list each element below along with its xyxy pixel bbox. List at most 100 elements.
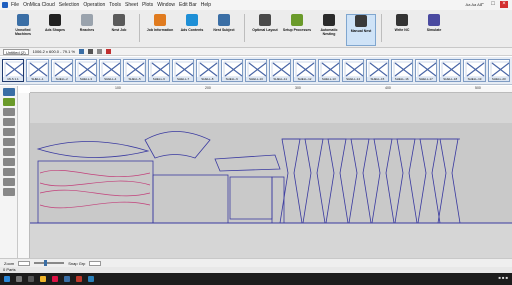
part-thumbnail[interactable]: SHELL-15: [366, 59, 389, 82]
ribbon-button-ads-shapes[interactable]: Ads Shapes: [40, 14, 70, 46]
snap-input[interactable]: [89, 260, 102, 266]
print-icon[interactable]: [88, 49, 94, 54]
align-tool-icon[interactable]: [3, 158, 15, 166]
maximize-icon[interactable]: □: [489, 1, 497, 8]
part-thumbnail[interactable]: SHELL-6: [147, 59, 170, 82]
tray-area: ■ ■ ■: [498, 275, 508, 280]
pan-tool-icon[interactable]: [3, 138, 15, 146]
close-icon[interactable]: ×: [500, 1, 508, 8]
part-thumbnail[interactable]: SHELL-18: [439, 59, 462, 82]
ribbon-button-label: Ads Contents: [180, 28, 204, 32]
mirror-tool-icon[interactable]: [3, 118, 15, 126]
thumbnail-label: MLS 1.1: [3, 77, 24, 81]
menu-bar: File OnMica Cloud Selection Operation To…: [11, 2, 211, 8]
nest-subject-icon: [218, 14, 230, 26]
part-thumbnail[interactable]: SHELL-10: [244, 59, 268, 82]
search-icon[interactable]: [16, 276, 22, 282]
mail-icon[interactable]: [88, 276, 94, 282]
part-thumbnail[interactable]: SHELL-1: [26, 59, 49, 82]
part-thumbnail[interactable]: SHELL-13: [317, 59, 340, 82]
snap-label: Snap Grp: [68, 260, 86, 266]
thumbnail-label: SHELL-19: [464, 77, 485, 81]
menu-window[interactable]: Window: [157, 2, 175, 8]
undo-icon[interactable]: [97, 49, 103, 54]
ribbon-button-nest-subject[interactable]: Nest Subject: [209, 14, 239, 46]
part-thumbnail[interactable]: SHELL-11: [269, 59, 292, 82]
layer-tool-icon[interactable]: [3, 178, 15, 186]
ribbon-button-write-nc[interactable]: Write NC: [387, 14, 417, 46]
ribbon-separator: [244, 14, 245, 42]
ribbon-button-setup-processes[interactable]: Setup Processes: [282, 14, 312, 46]
part-thumbnail[interactable]: SHELL-9: [220, 59, 243, 82]
ribbon-button-automatic-nesting[interactable]: Automatic Nesting: [314, 14, 344, 46]
ribbon-button-unnofied-machines[interactable]: Unnofied Machines: [8, 14, 38, 46]
part-thumbnail[interactable]: SHELL-4: [99, 59, 122, 82]
browser-icon[interactable]: [52, 276, 58, 282]
ruler-tick: 500: [475, 86, 481, 90]
ribbon-button-job-information[interactable]: Job Information: [145, 14, 175, 46]
part-thumbnail[interactable]: SHELL-16: [390, 59, 413, 82]
thumbnail-label: SHELL-12: [294, 77, 315, 81]
menu-help[interactable]: Help: [201, 2, 211, 8]
ribbon-button-nest-job[interactable]: Nest Job: [104, 14, 134, 46]
doc-icon: [81, 14, 93, 26]
group-tool-icon[interactable]: [3, 168, 15, 176]
measure-tool-icon[interactable]: [3, 148, 15, 156]
part-thumbnail[interactable]: SHELL-5: [123, 59, 146, 82]
part-thumbnail[interactable]: SHELL-14: [341, 59, 365, 82]
zoom-tool-icon[interactable]: [3, 128, 15, 136]
select-tool-icon[interactable]: [3, 88, 15, 96]
zoom-input[interactable]: [18, 260, 31, 266]
part-thumbnail[interactable]: SHELL-3: [74, 59, 98, 82]
sheet-select[interactable]: Untitled (2): [3, 48, 29, 55]
minimize-icon[interactable]: –: [478, 1, 486, 8]
zoom-slider-knob[interactable]: [44, 260, 48, 266]
part-thumbnail[interactable]: SHELL-8: [196, 59, 219, 82]
part-thumbnail[interactable]: SHELL-19: [463, 59, 486, 82]
ribbon-button-manual-nest[interactable]: Manual Nest: [346, 14, 376, 46]
ribbon-button-label: Write NC: [394, 28, 410, 32]
part-thumbnail[interactable]: SHELL-17: [414, 59, 438, 82]
settings-tool-icon[interactable]: [3, 188, 15, 196]
thumbnail-label: SHELL-14: [342, 77, 364, 81]
part-thumbnail[interactable]: SHELL-20: [487, 59, 510, 82]
ribbon-button-optimal-layout[interactable]: Optimal Layout: [250, 14, 280, 46]
menu-tools[interactable]: Tools: [109, 2, 121, 8]
ribbon-button-ads-contents[interactable]: Ads Contents: [177, 14, 207, 46]
delete-icon[interactable]: [106, 49, 112, 54]
menu-file[interactable]: File: [11, 2, 19, 8]
part-thumbnail[interactable]: SHELL-12: [293, 59, 316, 82]
menu-operation[interactable]: Operation: [83, 2, 105, 8]
nesting-canvas[interactable]: 100 200 300 400 500: [18, 86, 512, 258]
ribbon-button-label: Nest Job: [111, 28, 127, 32]
start-icon[interactable]: [4, 276, 10, 282]
ribbon-button-simulate[interactable]: Simulate: [419, 14, 449, 46]
menu-sheet[interactable]: Sheet: [125, 2, 138, 8]
folder-icon[interactable]: [40, 276, 46, 282]
save-icon[interactable]: [79, 49, 85, 54]
thumbnail-label: SHELL-9: [221, 77, 242, 81]
menu-selection[interactable]: Selection: [59, 2, 80, 8]
ribbon-button-reaches[interactable]: Reaches: [72, 14, 102, 46]
task-view-icon[interactable]: [28, 276, 34, 282]
pdf-icon[interactable]: [76, 276, 82, 282]
part-thumbnail[interactable]: MLS 1.1: [2, 59, 25, 82]
simulate-icon: [428, 14, 440, 26]
menu-plots[interactable]: Plots: [142, 2, 153, 8]
thumbnail-label: SHELL-6: [148, 77, 169, 81]
zoom-slider[interactable]: [34, 260, 65, 266]
grid-icon: [186, 14, 198, 26]
menu-onmica-cloud[interactable]: OnMica Cloud: [23, 2, 55, 8]
part-thumbnail[interactable]: SHELL-2: [50, 59, 73, 82]
rotate-tool-icon[interactable]: [3, 108, 15, 116]
menu-edit-bar[interactable]: Edit Bar: [179, 2, 197, 8]
part-thumbnail[interactable]: SHELL-7: [171, 59, 195, 82]
sheet-dimensions: 1006.2 x 600.0 - 79.1 %: [32, 49, 76, 54]
app-taskbar-icon[interactable]: [64, 276, 70, 282]
sheet-drawing[interactable]: [30, 93, 512, 258]
move-tool-icon[interactable]: [3, 98, 15, 106]
thumbnail-label: SHELL-1: [27, 77, 48, 81]
auto-nest-icon: [323, 14, 335, 26]
ruler-tick: 400: [385, 86, 391, 90]
parts-thumbnail-strip: MLS 1.1 SHELL-1 SHELL-2 SHELL-3 SHELL-4 SHELL…: [0, 57, 512, 85]
